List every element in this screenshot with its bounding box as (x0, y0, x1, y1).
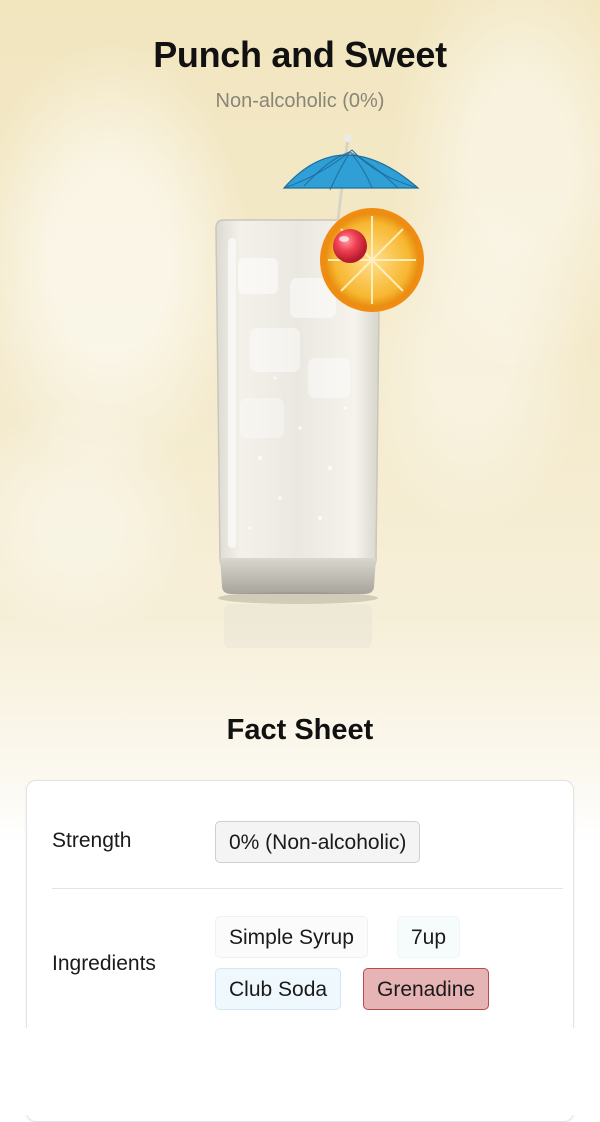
cocktail-glass-illustration (215, 134, 424, 648)
drink-strength-subtitle: Non-alcoholic (0%) (215, 90, 385, 112)
row-divider (52, 888, 563, 889)
strength-label: Strength (52, 829, 132, 852)
strength-value-chip: 0% (Non-alcoholic) (215, 821, 421, 863)
ingredient-chip-club-soda[interactable]: Club Soda (215, 968, 342, 1010)
ingredient-chip-grenadine[interactable]: Grenadine (363, 968, 490, 1010)
cherry-icon (333, 229, 367, 263)
ingredient-chip-7up[interactable]: 7up (397, 916, 461, 958)
bottom-blank-area (0, 1028, 600, 1115)
ingredient-chip-simple-syrup[interactable]: Simple Syrup (215, 916, 368, 958)
ingredients-label: Ingredients (52, 952, 156, 975)
drink-title: Punch and Sweet (153, 34, 447, 75)
fact-sheet-title: Fact Sheet (226, 714, 374, 746)
orange-slice-icon (320, 208, 424, 312)
